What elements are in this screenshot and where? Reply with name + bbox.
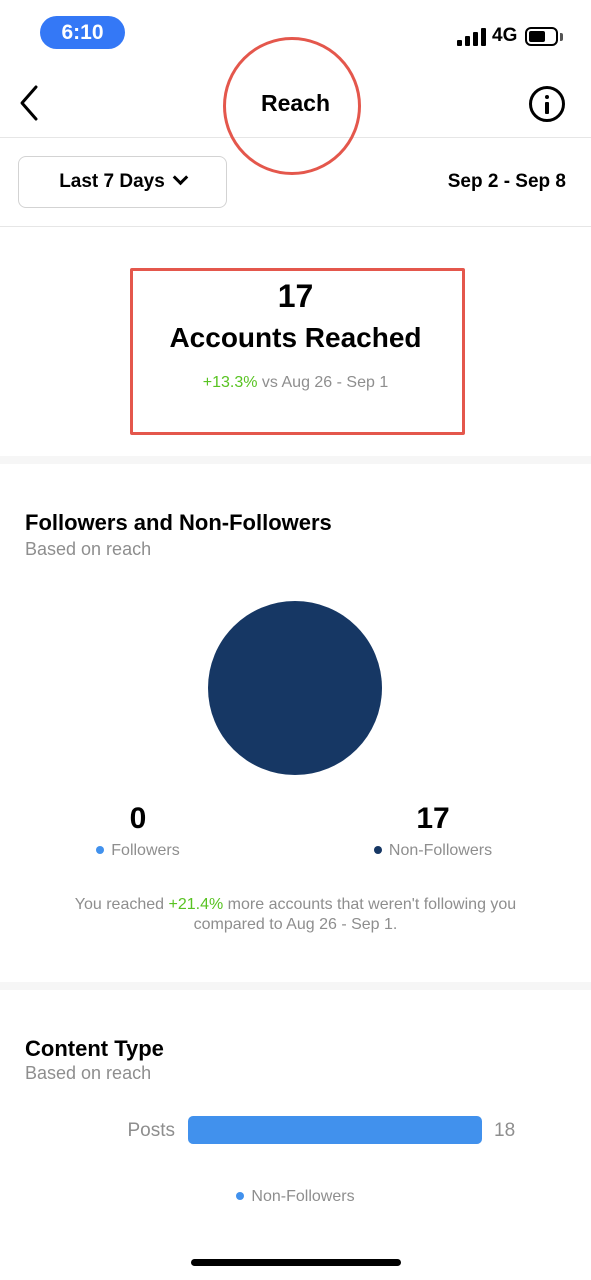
info-icon[interactable] [529,86,565,122]
bar-category-label: Posts [127,1120,175,1141]
followers-stat: 0 Followers [88,802,188,860]
battery-icon [525,27,558,46]
reach-comparison-period: vs Aug 26 - Sep 1 [257,374,389,391]
pie-slice-non-followers [208,601,382,775]
content-type-legend-label: Non-Followers [251,1188,355,1205]
followers-section-subtitle: Based on reach [25,539,152,559]
date-range-dropdown-label: Last 7 Days [59,171,165,192]
date-range-text: Sep 2 - Sep 8 [447,171,566,192]
section-divider [0,456,591,464]
followers-legend: Followers [88,842,188,860]
battery-level [529,31,546,42]
home-indicator [191,1259,401,1266]
signal-icon [457,27,487,46]
accounts-reached-count: 17 [277,278,314,314]
section-divider [0,982,591,990]
non-followers-label: Non-Followers [388,842,493,859]
content-type-legend: Non-Followers [0,1188,591,1206]
non-followers-legend: Non-Followers [363,842,503,860]
chevron-down-icon [172,169,189,186]
status-time: 6:10 [40,16,125,49]
followers-note-change: +21.4% [168,896,224,913]
content-type-title: Content Type [25,1036,164,1061]
accounts-reached-label: Accounts Reached [169,322,422,353]
bar-track [188,1116,482,1144]
followers-section-title: Followers and Non-Followers [25,510,332,535]
network-type: 4G [492,25,518,46]
reach-change: +13.3% [202,374,258,391]
bar-value-label: 18 [494,1120,516,1141]
followers-value: 0 [129,802,147,835]
followers-note-suffix: more accounts that weren't following you… [193,896,517,933]
filter-row: Last 7 Days Sep 2 - Sep 8 [0,139,591,227]
content-type-subtitle: Based on reach [25,1063,152,1083]
followers-section: Followers and Non-Followers Based on rea… [0,464,591,982]
posts-bar [188,1116,482,1144]
non-followers-value: 17 [416,802,450,835]
followers-note: You reached +21.4% more accounts that we… [40,895,551,935]
followers-pie-chart [208,601,382,775]
navigation-bar: Reach [0,37,591,175]
date-range-dropdown[interactable]: Last 7 Days [18,156,227,208]
followers-legend-dot [96,846,105,854]
reach-comparison: +13.3% vs Aug 26 - Sep 1 [0,374,591,392]
content-type-section: Content Type Based on reach Posts 18 Non… [0,990,591,1280]
battery-tip [560,33,563,41]
non-followers-stat: 17 Non-Followers [363,802,503,860]
content-type-legend-dot [236,1192,245,1200]
followers-note-prefix: You reached [74,896,169,913]
non-followers-legend-dot [373,846,382,854]
followers-label: Followers [111,842,180,859]
accounts-reached-card: 17 Accounts Reached +13.3% vs Aug 26 - S… [0,228,591,456]
